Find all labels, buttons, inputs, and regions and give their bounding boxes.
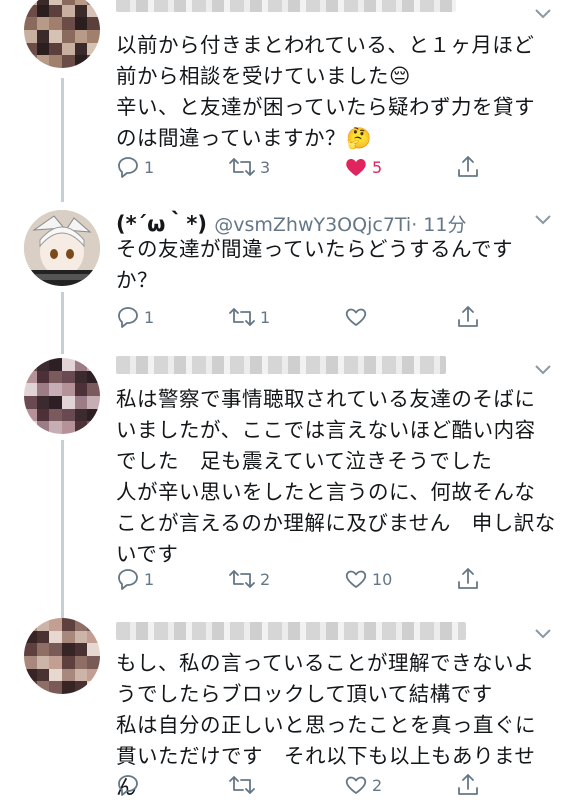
like-button[interactable]: 2	[344, 770, 382, 800]
tweet-actions: 1 2 10	[116, 564, 536, 594]
tweet-text: 私は警察で事情聴取されている友達のそばに いましたが、ここでは言えないほど酷い内…	[116, 387, 556, 566]
tweet-header	[116, 0, 526, 28]
like-button[interactable]	[344, 302, 372, 332]
share-icon	[458, 156, 478, 177]
avatar[interactable]	[24, 0, 100, 68]
tweet-header: (*´ω｀*) @vsmZhwY3OQjc7Ti· 11分	[116, 208, 526, 236]
share-button[interactable]	[456, 564, 480, 594]
tweet[interactable]: (*´ω｀*) @vsmZhwY3OQjc7Ti· 11分 その友達が間違ってい…	[0, 200, 576, 342]
tweet-header	[116, 352, 526, 380]
reply-icon	[118, 157, 138, 178]
tweet[interactable]: もし、私の言っていることが理解できないよ うでしたらブロックして頂いて結構です …	[0, 618, 576, 800]
retweet-icon	[229, 776, 255, 794]
chevron-down-icon[interactable]	[534, 628, 552, 640]
reply-button[interactable]: 1	[116, 152, 154, 182]
retweet-icon	[229, 158, 255, 176]
retweet-button[interactable]	[228, 770, 260, 800]
tweet-actions: 2	[116, 770, 536, 800]
tweet-text: その友達が間違っていたらどうするんです か？	[116, 237, 513, 292]
like-count: 10	[372, 569, 393, 589]
share-button[interactable]	[456, 152, 480, 182]
tweet-header	[116, 618, 526, 646]
reply-icon	[118, 569, 138, 590]
share-icon	[458, 568, 478, 589]
reply-count: 1	[144, 569, 155, 589]
like-icon	[345, 776, 367, 794]
reply-icon	[118, 307, 138, 328]
share-icon	[458, 774, 478, 795]
retweet-icon	[229, 308, 255, 326]
reply-button[interactable]: 1	[116, 302, 154, 332]
reply-button[interactable]	[116, 770, 144, 800]
reply-icon	[118, 775, 138, 796]
like-button[interactable]: 5	[344, 152, 382, 182]
author-name[interactable]: (*´ω｀*)	[116, 212, 207, 236]
avatar[interactable]	[24, 210, 100, 286]
reply-count: 1	[144, 157, 155, 177]
chevron-down-icon[interactable]	[534, 214, 552, 226]
blurred-author-name	[116, 622, 466, 640]
like-count: 2	[372, 775, 383, 795]
retweet-button[interactable]: 1	[228, 302, 270, 332]
retweet-icon	[229, 570, 255, 588]
blurred-author-name	[116, 356, 446, 374]
like-icon	[346, 159, 366, 176]
tweet[interactable]: 以前から付きまとわれている、と１ヶ月ほど 前から相談を受けていました😔 辛い、と…	[0, 0, 576, 190]
like-icon	[345, 308, 367, 326]
author-handle[interactable]: @vsmZhwY3OQjc7Ti	[214, 214, 411, 236]
chevron-down-icon[interactable]	[534, 364, 552, 376]
avatar[interactable]	[24, 358, 100, 434]
share-button[interactable]	[456, 302, 480, 332]
share-icon	[458, 306, 478, 327]
retweet-count: 1	[260, 307, 271, 327]
tweet-text: 以前から付きまとわれている、と１ヶ月ほど 前から相談を受けていました😔 辛い、と…	[116, 33, 535, 150]
reply-button[interactable]: 1	[116, 564, 154, 594]
tweet-actions: 1 3 5	[116, 152, 536, 182]
retweet-count: 2	[260, 569, 271, 589]
tweet-time: · 11分	[411, 214, 467, 236]
chevron-down-icon[interactable]	[534, 8, 552, 20]
like-icon	[345, 570, 367, 588]
tweet[interactable]: 私は警察で事情聴取されている友達のそばに いましたが、ここでは言えないほど酷い内…	[0, 350, 576, 610]
retweet-count: 3	[260, 157, 271, 177]
avatar[interactable]	[24, 618, 100, 694]
avatar-anime-character	[24, 210, 100, 286]
retweet-button[interactable]: 2	[228, 564, 270, 594]
like-button[interactable]: 10	[344, 564, 392, 594]
tweet-actions: 1 1	[116, 302, 536, 332]
like-count: 5	[372, 157, 383, 177]
reply-count: 1	[144, 307, 155, 327]
blurred-author-name	[116, 0, 456, 12]
share-button[interactable]	[456, 770, 480, 800]
retweet-button[interactable]: 3	[228, 152, 270, 182]
